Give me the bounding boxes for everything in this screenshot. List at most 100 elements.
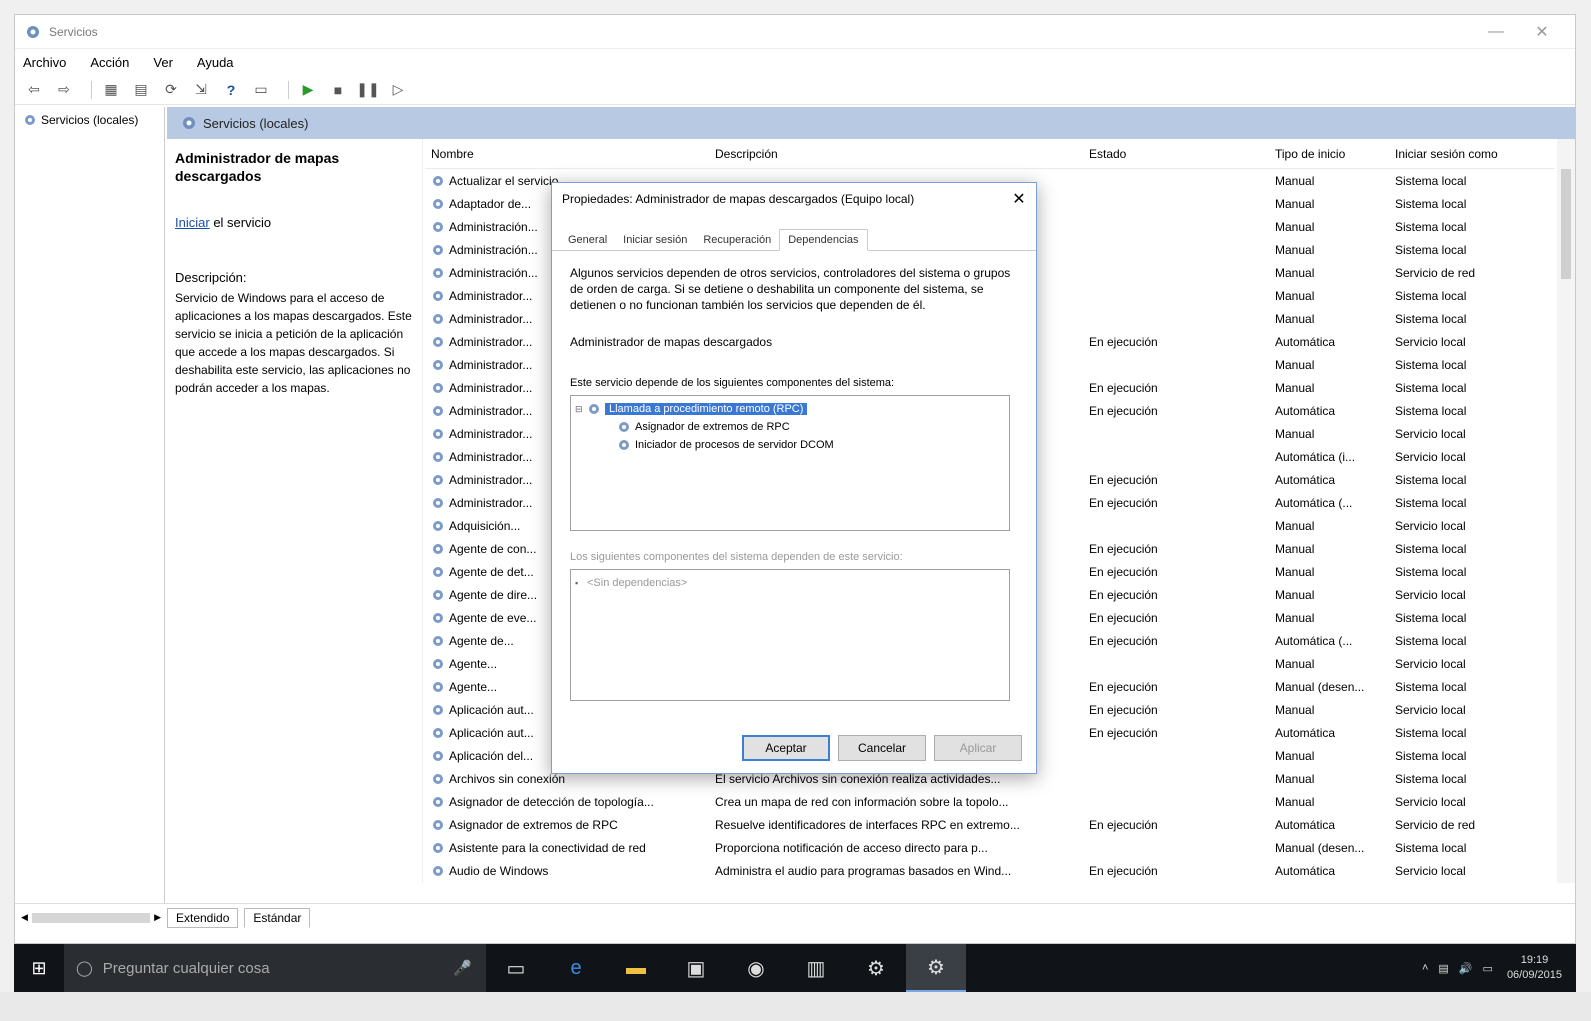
service-logon-cell-text: Servicio local [1395,863,1466,878]
dependents-tree[interactable]: ▪ <Sin dependencias> [570,569,1010,701]
service-logon-cell: Sistema local [1389,473,1555,487]
service-logon-cell: Servicio local [1389,335,1555,349]
network-tool-icon[interactable]: ⚙ [846,944,906,992]
taskbar: ⊞ ◯ Preguntar cualquier cosa 🎤 ▭ e ▬ ▣ ◉… [14,944,1576,992]
clock[interactable]: 19:19 06/09/2015 [1507,953,1562,983]
export-list-icon[interactable]: ⇲ [190,79,212,101]
dep-item[interactable]: Iniciador de procesos de servidor DCOM [575,436,1005,454]
toolbar-separator [91,80,92,99]
tree-horizontal-scrollbar[interactable]: ◀ ▶ [21,910,161,926]
dialog-close-icon[interactable]: ✕ [1002,189,1036,209]
service-start-type-cell-text: Manual [1275,380,1315,395]
service-start-type-cell: Manual [1269,657,1389,671]
description-label: Descripción: [175,270,247,285]
dep-item[interactable]: ⊟ Llamada a procedimiento remoto (RPC) [575,400,1005,418]
restart-service-icon[interactable]: ▷ [387,79,409,101]
apply-button[interactable]: Aplicar [934,735,1022,761]
windows-start-icon[interactable]: ⊞ [14,944,64,992]
service-logon-cell: Servicio de red [1389,818,1555,832]
stop-service-icon[interactable]: ■ [327,79,349,101]
tab-estandar[interactable]: Estándar [244,907,311,928]
services-gear-icon [25,115,35,125]
table-row[interactable]: Asistente para la conectividad de red Pro… [425,836,1555,859]
media-player-icon[interactable]: ◉ [726,944,786,992]
header-band: Servicios (locales) [167,107,1575,139]
scroll-left-icon[interactable]: ◀ [21,912,28,923]
column-header-description[interactable]: Descripción [709,147,1083,161]
store-icon[interactable]: ▣ [666,944,726,992]
chevron-up-icon[interactable]: ˄ [1422,962,1428,974]
file-explorer-icon[interactable]: ▬ [606,944,666,992]
service-start-type-cell-text: Manual [1275,541,1315,556]
menu-ayuda[interactable]: Ayuda [197,55,234,70]
minimize-button[interactable]: — [1473,23,1519,41]
menu-accion[interactable]: Acción [90,55,129,70]
scroll-thumb[interactable] [1561,169,1571,279]
cancel-button[interactable]: Cancelar [838,735,926,761]
table-row[interactable]: Asignador de detección de topología... Cr… [425,790,1555,813]
service-gear-icon [433,704,443,715]
services-taskbar-icon[interactable]: ⚙ [906,944,966,992]
start-service-icon[interactable]: ▶ [297,79,319,101]
service-state-cell: En ejecución [1083,680,1269,694]
clipboard-icon[interactable]: ▥ [786,944,846,992]
service-gear-icon [433,819,443,830]
pause-service-icon[interactable]: ❚❚ [356,79,379,101]
properties-icon[interactable]: ▤ [130,79,152,101]
service-gear-icon [433,635,443,646]
tab-general[interactable]: General [560,230,615,250]
tab-iniciar-sesion[interactable]: Iniciar sesión [615,230,695,250]
service-start-type-cell-text: Manual [1275,794,1315,809]
service-start-type-cell: Manual [1269,795,1389,809]
notifications-icon[interactable]: ▭ [1483,962,1493,975]
menu-ver[interactable]: Ver [153,55,173,70]
ok-button[interactable]: Aceptar [742,735,830,761]
service-state-cell: En ejecución [1083,565,1269,579]
service-logon-cell-text: Servicio local [1395,656,1466,671]
column-header-logon[interactable]: Iniciar sesión como [1389,147,1555,161]
service-start-type-cell-text: Manual [1275,219,1315,234]
network-icon[interactable]: ▤ [1438,962,1448,975]
service-gear-icon [433,796,443,807]
service-gear-icon [433,474,443,485]
start-service-link[interactable]: Iniciar [175,215,210,230]
column-header-name[interactable]: Nombre [425,147,709,161]
back-arrow-icon[interactable]: ⇦ [23,79,45,101]
view-icon[interactable]: ▭ [250,79,272,101]
volume-icon[interactable]: 🔊 [1459,962,1473,975]
refresh-icon[interactable]: ⟳ [160,79,182,101]
console-tree-icon[interactable]: ▦ [100,79,122,101]
dep-item[interactable]: Asignador de extremos de RPC [575,418,1005,436]
vertical-scrollbar[interactable] [1557,139,1575,883]
service-gear-icon [433,750,443,761]
menu-archivo[interactable]: Archivo [23,55,66,70]
scroll-right-icon[interactable]: ▶ [154,912,161,923]
dep-item[interactable]: ▪ <Sin dependencias> [575,574,1005,592]
column-header-state[interactable]: Estado [1083,147,1269,161]
forward-arrow-icon[interactable]: ⇨ [53,79,75,101]
column-header-start-type[interactable]: Tipo de inicio [1269,147,1389,161]
service-logon-cell: Servicio local [1389,657,1555,671]
service-start-type-cell: Automática (... [1269,634,1389,648]
table-row[interactable]: Asignador de extremos de RPC Resuelve ide… [425,813,1555,836]
service-logon-cell-text: Servicio de red [1395,817,1476,832]
microphone-icon[interactable]: 🎤 [453,959,472,977]
tree-item-services-local[interactable]: Servicios (locales) [15,107,164,133]
scroll-track[interactable] [31,912,151,923]
tab-recuperacion[interactable]: Recuperación [695,230,779,250]
tab-extendido[interactable]: Extendido [167,907,239,928]
service-logon-cell: Servicio local [1389,703,1555,717]
close-button[interactable]: ✕ [1519,22,1565,42]
edge-icon[interactable]: e [546,944,606,992]
table-row[interactable]: Audio de Windows Administra el audio para… [425,859,1555,882]
service-description-cell-text: Proporciona notificación de acceso direc… [715,840,988,855]
collapse-icon[interactable]: ⊟ [575,404,587,415]
service-name-cell-text: Administrador... [449,380,533,395]
depends-on-tree[interactable]: ⊟ Llamada a procedimiento remoto (RPC) Asi… [570,395,1010,531]
task-view-icon[interactable]: ▭ [486,944,546,992]
service-state-cell: En ejecución [1083,818,1269,832]
help-icon[interactable]: ? [220,79,242,101]
tab-dependencias[interactable]: Dependencias [779,229,868,251]
service-logon-cell: Sistema local [1389,726,1555,740]
search-box[interactable]: ◯ Preguntar cualquier cosa 🎤 [64,944,486,992]
